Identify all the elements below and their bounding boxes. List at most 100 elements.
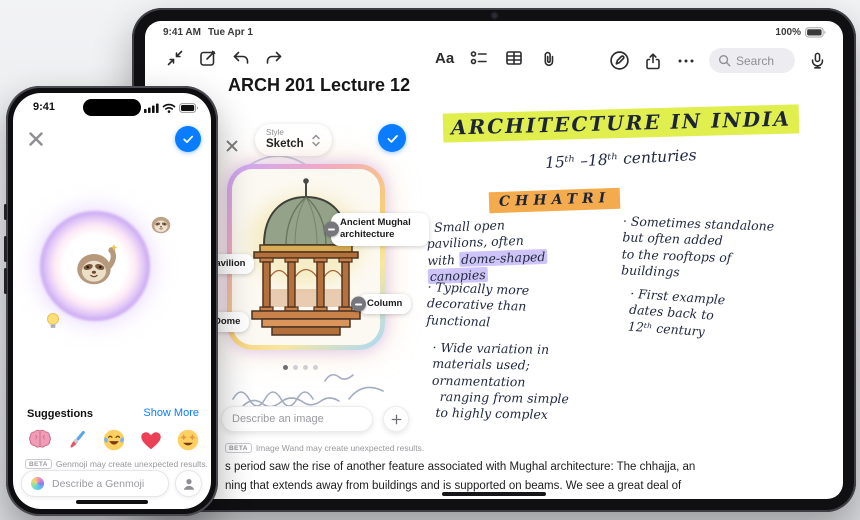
genmoji-beta-notice: BETA Genmoji may create unexpected resul… — [25, 459, 208, 469]
beta-text: Genmoji may create unexpected results. — [55, 459, 208, 469]
lightbulb-emoji-thumbnail — [43, 311, 63, 331]
accept-genmoji-button[interactable] — [175, 126, 201, 152]
tag-label: Column — [367, 298, 403, 309]
sloth-waving-genmoji[interactable] — [72, 243, 118, 289]
tag-column[interactable]: Column — [351, 294, 412, 315]
wifi-icon — [162, 103, 176, 113]
volume-up-button — [3, 236, 7, 262]
close-icon — [226, 140, 238, 152]
star-struck-emoji-suggestion[interactable] — [175, 427, 201, 453]
genmoji-screen: 9:41 Suggestions Show More BETA Genmoji … — [13, 93, 211, 509]
new-note-button[interactable] — [198, 48, 218, 68]
text-format-button[interactable]: Aa — [435, 50, 454, 67]
iphone-home-indicator[interactable] — [76, 500, 148, 504]
close-image-wand-button[interactable] — [222, 136, 242, 156]
close-genmoji-button[interactable] — [25, 128, 47, 150]
bullet-small-open-pavilions: · Small open pavilions, often with dome-… — [426, 216, 548, 285]
tag-ancient-mughal-architecture[interactable]: Ancient Mughal architecture — [324, 213, 429, 246]
describe-image-input[interactable] — [222, 407, 372, 431]
tag-label: Ancient Mughal architecture — [340, 217, 411, 241]
style-selector-text: Style Sketch — [266, 128, 304, 151]
generated-image — [232, 169, 380, 345]
minus-icon — [355, 303, 362, 306]
ellipsis-icon — [678, 59, 694, 62]
undo-icon — [233, 51, 249, 64]
style-label: Style — [266, 128, 284, 138]
handwritten-heading: ARCHITECTURE IN INDIA — [442, 104, 800, 143]
dot — [293, 365, 298, 370]
bullet-first-example: · First example dates back to 12ᵗʰ centu… — [627, 286, 726, 341]
beta-badge: BETA — [225, 443, 252, 453]
more-options-button[interactable] — [676, 51, 696, 71]
ipad-notes-app-screen: 9:41 AM Tue Apr 1 100% Aa Search ARCH 20… — [145, 21, 843, 499]
markup-pencil-icon — [610, 51, 629, 70]
battery-percent: 100% — [775, 27, 801, 38]
dictation-button[interactable] — [808, 51, 827, 70]
bullet-typically-decorative: · Typically more decorative than functio… — [426, 279, 529, 331]
laughing-crying-emoji-suggestion[interactable] — [101, 427, 127, 453]
purple-highlight-text: dome-shaped — [458, 248, 548, 267]
remove-tag-button[interactable] — [324, 221, 339, 237]
image-playground-icon — [31, 477, 44, 490]
suggestions-label: Suggestions — [27, 408, 94, 420]
search-placeholder-text: Search — [736, 53, 775, 68]
paperclip-icon — [544, 51, 554, 67]
microphone-icon — [811, 52, 824, 69]
ipad-battery-indicator: 100% — [775, 27, 827, 38]
mughal-chhatri-illustration — [232, 169, 380, 345]
ipad-status-time: 9:41 AM — [163, 27, 201, 38]
ipad-status-bar: 9:41 AM Tue Apr 1 — [163, 27, 253, 38]
action-button — [3, 204, 7, 220]
iphone-status-icons — [144, 103, 199, 113]
note-line: ornamentation — [431, 372, 526, 389]
handwritten-subheading: 15ᵗʰ –18ᵗʰ centuries — [544, 146, 698, 172]
cellular-signal-icon — [144, 103, 159, 113]
accept-image-button[interactable] — [378, 124, 406, 152]
checklist-icon — [470, 51, 487, 65]
add-to-image-button[interactable] — [383, 406, 409, 432]
ipad-front-camera — [491, 13, 497, 18]
iphone-status-time: 9:41 — [33, 101, 56, 113]
describe-image-field[interactable] — [221, 406, 373, 432]
checklist-button[interactable] — [469, 48, 489, 68]
note-body-text: s period saw the rise of another feature… — [225, 458, 803, 495]
image-variant-dots[interactable] — [283, 365, 318, 370]
beta-text: Image Wand may create unexpected results… — [255, 443, 425, 453]
brain-emoji-suggestion[interactable] — [27, 427, 53, 453]
table-button[interactable] — [504, 48, 524, 68]
marketing-background: 9:41 AM Tue Apr 1 100% Aa Search ARCH 20… — [0, 0, 860, 520]
beta-badge: BETA — [25, 459, 52, 469]
ipad-home-indicator[interactable] — [442, 492, 546, 496]
note-title: ARCH 201 Lecture 12 — [228, 75, 411, 95]
battery-icon — [805, 27, 826, 38]
compose-icon — [200, 50, 216, 66]
undo-button[interactable] — [231, 48, 251, 68]
show-more-button[interactable]: Show More — [143, 407, 199, 419]
share-button[interactable] — [643, 51, 663, 71]
share-icon — [646, 52, 660, 69]
remove-tag-button[interactable] — [351, 296, 366, 312]
highlighted-section-text: CHHATRI — [488, 187, 621, 214]
search-field[interactable]: Search — [709, 48, 795, 73]
body-line: s period saw the rise of another feature… — [225, 461, 696, 473]
chevron-up-down-icon — [311, 134, 320, 146]
bullet-wide-variation: · Wide variation in materials used; orna… — [431, 340, 570, 424]
describe-genmoji-field[interactable] — [21, 470, 169, 497]
ipad-device: 9:41 AM Tue Apr 1 100% Aa Search ARCH 20… — [132, 8, 856, 512]
markup-button[interactable] — [609, 50, 630, 71]
battery-icon — [179, 103, 198, 113]
collapse-note-button[interactable] — [165, 48, 185, 68]
dynamic-island — [83, 99, 141, 116]
note-line: materials used; — [432, 356, 531, 373]
attachment-button[interactable] — [539, 48, 559, 68]
bullet-sometimes-standalone: · Sometimes standalone but often added t… — [621, 213, 774, 283]
person-icon — [183, 478, 194, 490]
people-option-button[interactable] — [175, 470, 202, 497]
style-selector[interactable]: Style Sketch — [255, 124, 332, 156]
handwritten-section-title: CHHATRI — [488, 187, 621, 214]
paintbrush-emoji-suggestion[interactable] — [64, 427, 90, 453]
redo-button[interactable] — [264, 48, 284, 68]
style-value: Sketch — [266, 138, 304, 151]
describe-genmoji-input[interactable] — [50, 476, 159, 491]
red-heart-emoji-suggestion[interactable] — [138, 427, 164, 453]
